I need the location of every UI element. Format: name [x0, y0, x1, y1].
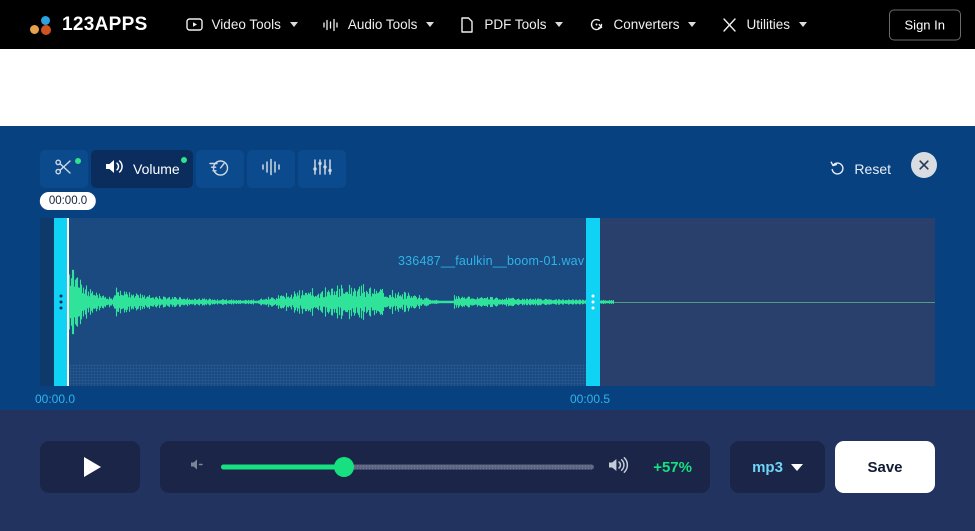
waveform-editor[interactable]: 336487__faulkin__boom-01.wav 00:00.5 00:…: [39, 192, 935, 386]
format-label: mp3: [752, 458, 783, 476]
reset-label: Reset: [854, 161, 891, 177]
play-icon: [83, 457, 101, 477]
ruler-start-time: 00:00.0: [35, 392, 76, 406]
playback-controls-bar: +57% mp3 Save: [0, 410, 975, 531]
close-editor-button[interactable]: [911, 152, 937, 178]
timeline-ruler: 00:00.0 00:00.5: [35, 392, 935, 408]
editor-toolbar: Volume: [40, 150, 346, 188]
scissors-tools-icon: [720, 16, 738, 34]
reset-button[interactable]: Reset: [830, 150, 891, 188]
nav-label: Video Tools: [211, 17, 281, 32]
nav-label: Audio Tools: [347, 17, 418, 32]
tool-fade[interactable]: [246, 150, 295, 188]
speaker-icon: [104, 157, 125, 181]
nav-label: PDF Tools: [484, 17, 547, 32]
playhead-time-tooltip: 00:00.0: [39, 192, 97, 210]
slider-thumb[interactable]: [334, 457, 355, 477]
chevron-down-icon: [688, 22, 697, 27]
volume-control-panel: +57%: [160, 441, 710, 493]
audio-editor-panel: Volume Reset 336487__faulkin__boom-01.wa…: [0, 126, 975, 410]
main-nav: Video Tools Audio Tools PDF Tools Conver…: [186, 16, 807, 34]
chevron-down-icon: [289, 22, 298, 27]
logo-dots-icon: [28, 13, 54, 37]
save-button[interactable]: Save: [835, 441, 935, 493]
page-content-gap: [0, 49, 975, 126]
waveform-icon: [260, 158, 282, 181]
waveform-graphic: [54, 253, 614, 351]
equalizer-icon: [311, 158, 333, 181]
close-icon: [919, 160, 929, 170]
document-icon: [458, 16, 476, 34]
sign-in-button[interactable]: Sign In: [888, 9, 961, 40]
tool-badge-dot: [180, 157, 187, 163]
selection-handle-right[interactable]: [586, 218, 600, 386]
brand-name: 123APPS: [62, 13, 148, 35]
nav-item-utilities[interactable]: Utilities: [720, 16, 807, 34]
chevron-down-icon: [555, 22, 564, 27]
volume-max-icon[interactable]: [608, 456, 630, 479]
ruler-end-time: 00:00.5: [570, 392, 611, 406]
slider-fill: [221, 464, 345, 470]
tool-volume-label: Volume: [133, 161, 180, 177]
volume-slider[interactable]: [221, 457, 594, 477]
chevron-down-icon: [426, 22, 435, 27]
video-play-icon: [186, 16, 204, 34]
tool-badge-dot: [75, 158, 81, 164]
nav-label: Converters: [613, 17, 680, 32]
volume-percent-value: +57%: [653, 458, 692, 476]
chevron-down-icon: [799, 22, 807, 27]
nav-item-pdf-tools[interactable]: PDF Tools: [458, 16, 564, 34]
tool-volume[interactable]: Volume: [91, 150, 193, 188]
waveform-left-padding: [40, 218, 54, 386]
handle-grip-icon: [59, 294, 63, 310]
nav-item-video-tools[interactable]: Video Tools: [186, 16, 298, 34]
brand-logo[interactable]: 123APPS: [28, 13, 148, 37]
undo-icon: [830, 160, 846, 179]
audio-wave-icon: [322, 16, 340, 34]
tool-trim[interactable]: [40, 150, 88, 188]
tool-speed[interactable]: [195, 150, 244, 188]
volume-mute-icon[interactable]: [190, 457, 207, 477]
waveform-canvas[interactable]: 336487__faulkin__boom-01.wav 00:00.5: [40, 218, 935, 386]
speed-gauge-icon: [209, 157, 230, 182]
tool-equalizer[interactable]: [297, 150, 346, 188]
play-button[interactable]: [40, 441, 140, 493]
nav-item-audio-tools[interactable]: Audio Tools: [322, 16, 435, 34]
convert-refresh-icon: [587, 16, 605, 34]
chevron-down-icon: [790, 463, 803, 471]
output-format-dropdown[interactable]: mp3: [730, 441, 825, 493]
scissors-icon: [54, 157, 74, 182]
playhead[interactable]: [67, 218, 69, 386]
site-header: 123APPS Video Tools Audio Tools PDF Tool…: [0, 0, 975, 49]
handle-grip-icon: [591, 294, 595, 310]
nav-label: Utilities: [746, 17, 790, 32]
selection-handle-left[interactable]: [54, 218, 68, 386]
nav-item-converters[interactable]: Converters: [587, 16, 697, 34]
